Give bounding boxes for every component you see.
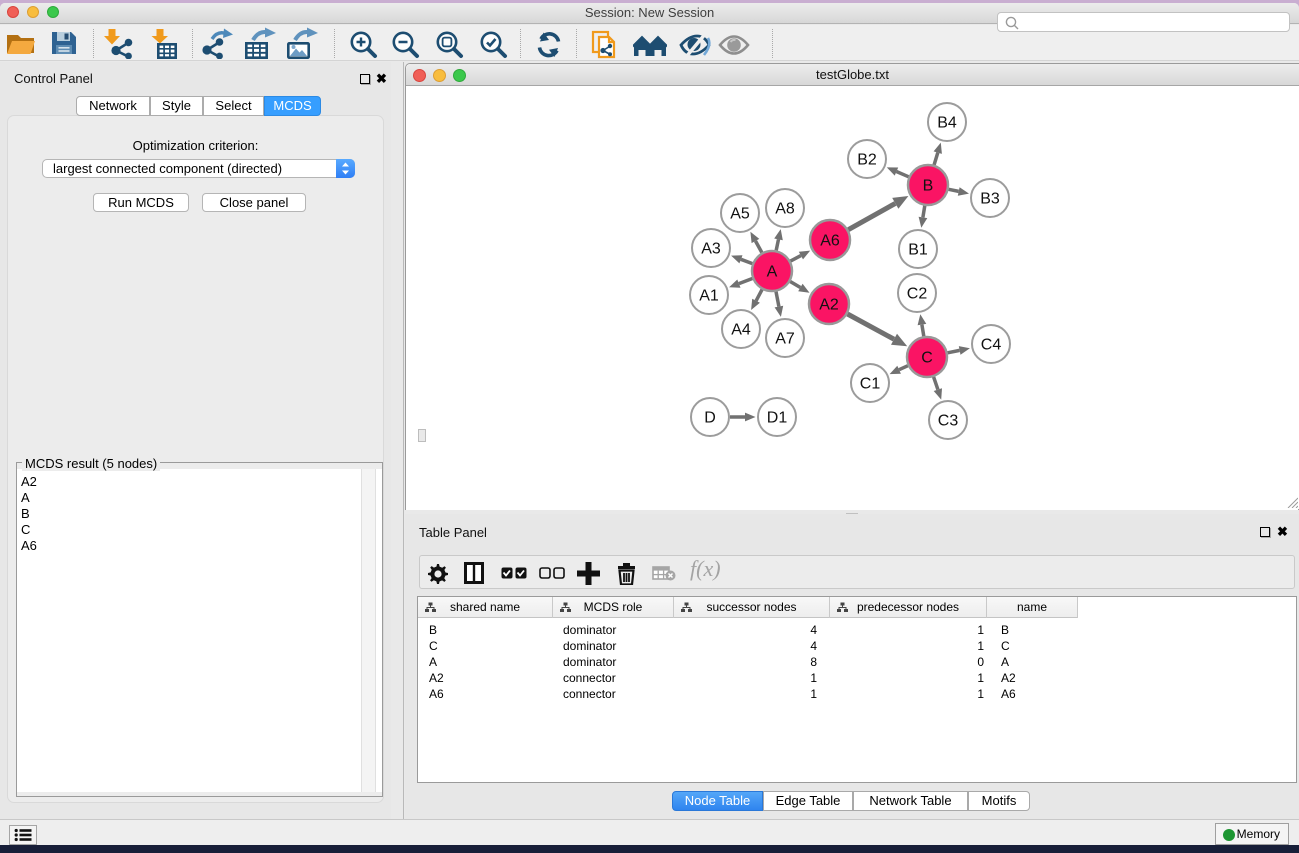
svg-text:A: A (767, 264, 778, 281)
svg-text:D: D (704, 410, 716, 427)
svg-text:A6: A6 (820, 233, 840, 250)
svg-text:B1: B1 (908, 242, 928, 259)
svg-text:C4: C4 (981, 337, 1002, 354)
svg-text:A1: A1 (699, 288, 719, 305)
svg-text:A2: A2 (819, 297, 839, 314)
svg-text:A8: A8 (775, 201, 795, 218)
svg-text:B: B (923, 178, 934, 195)
svg-text:A5: A5 (730, 206, 750, 223)
svg-text:B2: B2 (857, 152, 877, 169)
svg-text:C3: C3 (938, 413, 959, 430)
svg-text:C1: C1 (860, 376, 881, 393)
svg-text:C: C (921, 350, 933, 367)
svg-text:B3: B3 (980, 191, 1000, 208)
svg-text:D1: D1 (767, 410, 788, 427)
svg-text:A3: A3 (701, 241, 721, 258)
svg-text:C2: C2 (907, 286, 928, 303)
svg-text:A4: A4 (731, 322, 751, 339)
svg-text:A7: A7 (775, 331, 795, 348)
svg-text:B4: B4 (937, 115, 957, 132)
